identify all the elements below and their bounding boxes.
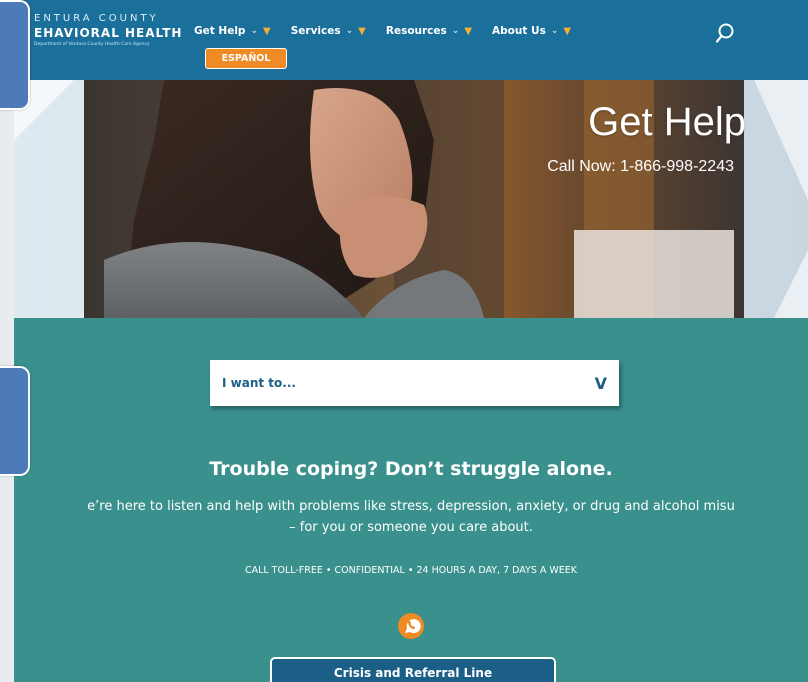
- body-line-1: e’re here to listen and help with proble…: [87, 499, 735, 514]
- search-icon[interactable]: [714, 22, 736, 46]
- chevron-down-icon: ⌄: [250, 26, 258, 36]
- nav-item-label: Services: [290, 25, 341, 37]
- logo-line-1: ENTURA COUNTY: [34, 13, 159, 24]
- dropdown-label: I want to...: [222, 376, 296, 390]
- main-nav: Get Help ⌄ ▼ Services ⌄ ▼ Resources ⌄ ▼ …: [194, 25, 571, 37]
- triangle-down-icon: ▼: [358, 25, 366, 37]
- side-tab-middle[interactable]: [0, 366, 30, 476]
- nav-item-about-us[interactable]: About Us ⌄ ▼: [492, 25, 571, 37]
- nav-item-resources[interactable]: Resources ⌄ ▼: [386, 25, 472, 37]
- section-headline: Trouble coping? Don’t struggle alone.: [209, 458, 613, 480]
- side-tab-top[interactable]: [0, 0, 30, 110]
- hero-banner: Get Help Call Now: 1-866-998-2243: [14, 80, 808, 318]
- hero-phone[interactable]: Call Now: 1-866-998-2243: [547, 158, 734, 176]
- triangle-down-icon: ▼: [464, 25, 473, 37]
- tollfree-info: CALL TOLL-FREE • CONFIDENTIAL • 24 HOURS…: [244, 565, 578, 576]
- espanol-button[interactable]: ESPAÑOL: [205, 48, 287, 69]
- chevron-down-icon: ⌄: [451, 26, 460, 36]
- site-header: ENTURA COUNTY EHAVIORAL HEALTH Departmen…: [14, 0, 808, 80]
- chevron-down-icon: ⌄: [550, 26, 559, 36]
- nav-item-label: Get Help: [194, 25, 246, 37]
- hero-title: Get Help: [588, 100, 746, 144]
- triangle-down-icon: ▼: [563, 25, 572, 37]
- site-logo[interactable]: ENTURA COUNTY EHAVIORAL HEALTH Departmen…: [34, 13, 182, 47]
- logo-line-2: EHAVIORAL HEALTH: [34, 26, 183, 40]
- i-want-to-dropdown[interactable]: I want to... V: [210, 360, 619, 406]
- nav-item-label: About Us: [492, 25, 546, 37]
- crisis-referral-button[interactable]: Crisis and Referral Line: [270, 657, 556, 682]
- phone-icon: [396, 611, 426, 641]
- chevron-down-icon: ⌄: [345, 26, 354, 36]
- nav-item-services[interactable]: Services ⌄ ▼: [291, 25, 366, 37]
- nav-item-get-help[interactable]: Get Help ⌄ ▼: [194, 25, 271, 37]
- section-body: e’re here to listen and help with proble…: [0, 496, 808, 538]
- page: ENTURA COUNTY EHAVIORAL HEALTH Departmen…: [0, 0, 808, 682]
- body-line-2: – for you or someone you care about.: [289, 520, 533, 535]
- chevron-down-icon: V: [594, 373, 607, 393]
- nav-item-label: Resources: [385, 25, 447, 37]
- help-section: I want to... V Trouble coping? Don’t str…: [14, 318, 808, 682]
- logo-line-3: Department of Ventura County Health Care…: [34, 42, 150, 47]
- triangle-down-icon: ▼: [263, 25, 271, 37]
